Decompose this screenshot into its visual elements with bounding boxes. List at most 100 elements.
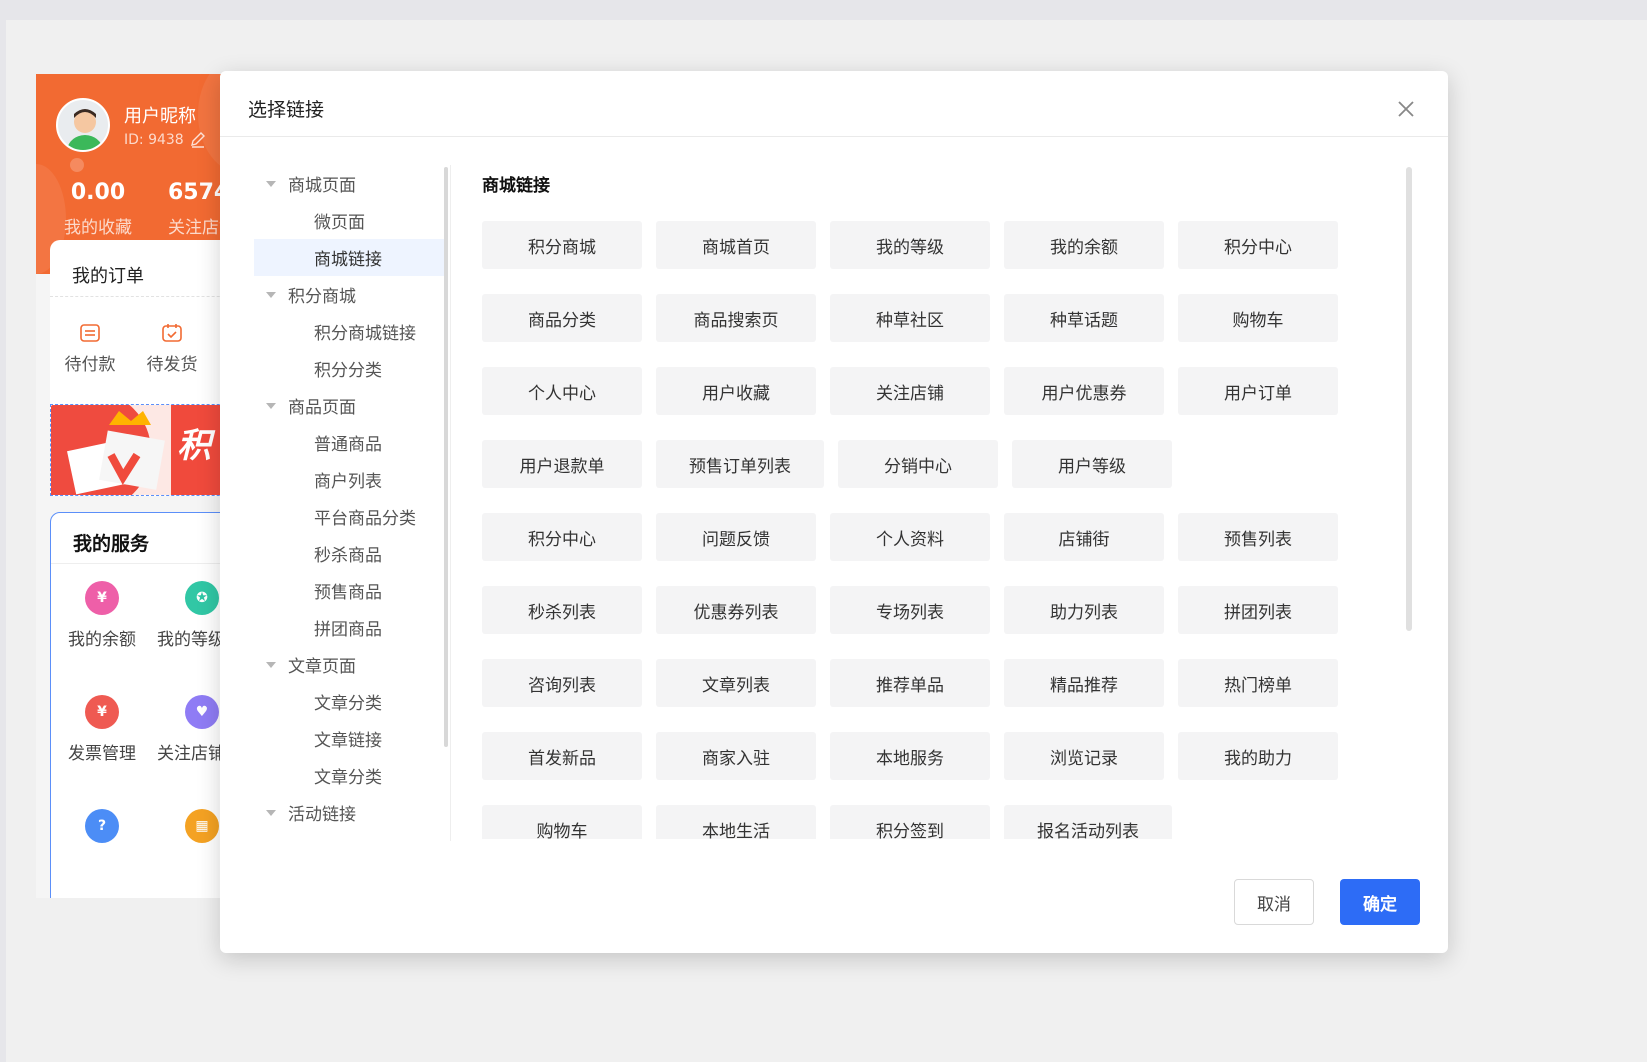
tree-item[interactable]: 平台商品分类 bbox=[254, 498, 444, 535]
order-pending-shipment[interactable]: 待发货 bbox=[140, 322, 204, 375]
links-row: 个人中心 用户收藏 关注店铺 用户优惠券 用户订单 bbox=[482, 367, 1402, 415]
link-option-button[interactable]: 商城首页 bbox=[656, 221, 816, 269]
nickname: 用户昵称 bbox=[124, 106, 196, 127]
tree-item[interactable]: 普通商品 bbox=[254, 424, 444, 461]
tree-item[interactable]: 文章分类 bbox=[254, 683, 444, 720]
links-scrollbar[interactable] bbox=[1406, 167, 1412, 631]
link-option-button[interactable]: 本地服务 bbox=[830, 732, 990, 780]
tree-label: 活动链接 bbox=[288, 805, 356, 825]
link-option-button[interactable]: 用户退款单 bbox=[482, 440, 642, 488]
service-balance[interactable]: ¥ 我的余额 bbox=[57, 581, 147, 650]
link-option-button[interactable]: 积分中心 bbox=[482, 513, 642, 561]
tree-item[interactable]: 微页面 bbox=[254, 202, 444, 239]
tree-group[interactable]: 文章页面 bbox=[254, 646, 444, 683]
service-help[interactable]: ? bbox=[57, 809, 147, 853]
tree-scrollbar[interactable] bbox=[444, 167, 448, 747]
link-option-button[interactable]: 文章列表 bbox=[656, 659, 816, 707]
tree-label: 积分分类 bbox=[314, 361, 382, 381]
cancel-button[interactable]: 取消 bbox=[1234, 879, 1314, 925]
tree-label: 商城链接 bbox=[314, 250, 382, 270]
link-option-button[interactable]: 我的助力 bbox=[1178, 732, 1338, 780]
link-option-button[interactable]: 我的余额 bbox=[1004, 221, 1164, 269]
link-option-button[interactable]: 咨询列表 bbox=[482, 659, 642, 707]
tree-item[interactable]: 文章链接 bbox=[254, 720, 444, 757]
link-option-button[interactable]: 预售订单列表 bbox=[656, 440, 824, 488]
tree-label: 拼团商品 bbox=[314, 620, 382, 640]
tree-label: 普通商品 bbox=[314, 435, 382, 455]
link-option-button[interactable]: 助力列表 bbox=[1004, 586, 1164, 634]
tree-item[interactable]: 商户列表 bbox=[254, 461, 444, 498]
tree-group[interactable]: 活动链接 bbox=[254, 794, 444, 831]
tree-group[interactable]: 商品页面 bbox=[254, 387, 444, 424]
link-option-button[interactable]: 报名活动列表 bbox=[1004, 805, 1172, 839]
link-option-button[interactable]: 浏览记录 bbox=[1004, 732, 1164, 780]
link-option-button[interactable]: 商品分类 bbox=[482, 294, 642, 342]
link-option-button[interactable]: 用户收藏 bbox=[656, 367, 816, 415]
link-option-button[interactable]: 积分商城 bbox=[482, 221, 642, 269]
tree-group[interactable]: 商城页面 bbox=[254, 165, 444, 202]
caret-down-icon[interactable] bbox=[266, 661, 276, 668]
link-option-button[interactable]: 拼团列表 bbox=[1178, 586, 1338, 634]
confirm-button[interactable]: 确定 bbox=[1340, 879, 1420, 925]
link-option-button[interactable]: 用户等级 bbox=[1012, 440, 1172, 488]
tree-group[interactable]: 积分商城 bbox=[254, 276, 444, 313]
tree-item[interactable]: 预售商品 bbox=[254, 572, 444, 609]
modal-header: 选择链接 bbox=[220, 71, 1448, 137]
phone-preview: 用户昵称 ID: 9438 0.00 我的收藏 6574 关注店铺 我的订单 待… bbox=[36, 74, 236, 898]
link-option-button[interactable]: 店铺街 bbox=[1004, 513, 1164, 561]
tree-item[interactable]: 文章分类 bbox=[254, 757, 444, 794]
link-option-button[interactable]: 热门榜单 bbox=[1178, 659, 1338, 707]
tree-label: 积分商城链接 bbox=[314, 324, 416, 344]
link-option-button[interactable]: 积分签到 bbox=[830, 805, 990, 839]
order-label: 待付款 bbox=[64, 355, 116, 375]
link-option-button[interactable]: 购物车 bbox=[482, 805, 642, 839]
medal-icon: ✪ bbox=[185, 581, 219, 615]
link-category-tree: 商城页面 微页面商城链接积分商城积分商城链接 积分分类商品页面普通商品商户列表 平台商… bbox=[254, 165, 444, 841]
service-invoice[interactable]: ¥ 发票管理 bbox=[57, 695, 147, 764]
edit-icon[interactable] bbox=[189, 131, 207, 149]
tree-item[interactable]: 秒杀商品 bbox=[254, 535, 444, 572]
order-pending-payment[interactable]: 待付款 bbox=[58, 322, 122, 375]
link-option-button[interactable]: 关注店铺 bbox=[830, 367, 990, 415]
points-banner[interactable]: 积 bbox=[50, 404, 236, 496]
link-option-button[interactable]: 种草社区 bbox=[830, 294, 990, 342]
caret-down-icon[interactable] bbox=[266, 402, 276, 409]
link-option-button[interactable]: 我的等级 bbox=[830, 221, 990, 269]
link-option-button[interactable]: 优惠券列表 bbox=[656, 586, 816, 634]
link-option-button[interactable]: 首发新品 bbox=[482, 732, 642, 780]
link-option-button[interactable]: 精品推荐 bbox=[1004, 659, 1164, 707]
tree-item[interactable]: 商城链接 bbox=[254, 239, 444, 276]
caret-down-icon[interactable] bbox=[266, 291, 276, 298]
link-option-button[interactable]: 购物车 bbox=[1178, 294, 1338, 342]
link-option-button[interactable]: 商家入驻 bbox=[656, 732, 816, 780]
links-row: 购物车 本地生活 积分签到 报名活动列表 bbox=[482, 805, 1402, 839]
link-option-button[interactable]: 问题反馈 bbox=[656, 513, 816, 561]
link-option-button[interactable]: 积分中心 bbox=[1178, 221, 1338, 269]
link-option-button[interactable]: 用户订单 bbox=[1178, 367, 1338, 415]
link-option-button[interactable]: 本地生活 bbox=[656, 805, 816, 839]
link-option-button[interactable]: 推荐单品 bbox=[830, 659, 990, 707]
avatar[interactable] bbox=[56, 98, 110, 152]
top-bar bbox=[0, 0, 1647, 20]
link-option-button[interactable]: 分销中心 bbox=[838, 440, 998, 488]
link-option-button[interactable]: 预售列表 bbox=[1178, 513, 1338, 561]
link-option-button[interactable]: 秒杀列表 bbox=[482, 586, 642, 634]
caret-down-icon[interactable] bbox=[266, 180, 276, 187]
tree-item[interactable]: 积分分类 bbox=[254, 350, 444, 387]
tree-item[interactable]: 拼团商品 bbox=[254, 609, 444, 646]
link-option-button[interactable]: 种草话题 bbox=[1004, 294, 1164, 342]
services-card: 我的服务 ¥ 我的余额 ✪ 我的等级 ¥ 发票管理 ♥ 关注店铺 ? ▦ bbox=[50, 512, 236, 898]
tree-label: 文章分类 bbox=[314, 768, 382, 788]
stat-collection[interactable]: 0.00 我的收藏 bbox=[64, 180, 132, 238]
tree-item[interactable]: 积分商城链接 bbox=[254, 313, 444, 350]
links-section-title: 商城链接 bbox=[482, 176, 550, 196]
banner-image: 积 bbox=[51, 405, 236, 495]
link-option-button[interactable]: 商品搜索页 bbox=[656, 294, 816, 342]
links-row: 咨询列表 文章列表 推荐单品 精品推荐 热门榜单 bbox=[482, 659, 1402, 707]
link-option-button[interactable]: 用户优惠券 bbox=[1004, 367, 1164, 415]
caret-down-icon[interactable] bbox=[266, 809, 276, 816]
link-option-button[interactable]: 个人资料 bbox=[830, 513, 990, 561]
link-option-button[interactable]: 专场列表 bbox=[830, 586, 990, 634]
link-option-button[interactable]: 个人中心 bbox=[482, 367, 642, 415]
close-button[interactable] bbox=[1392, 95, 1420, 123]
